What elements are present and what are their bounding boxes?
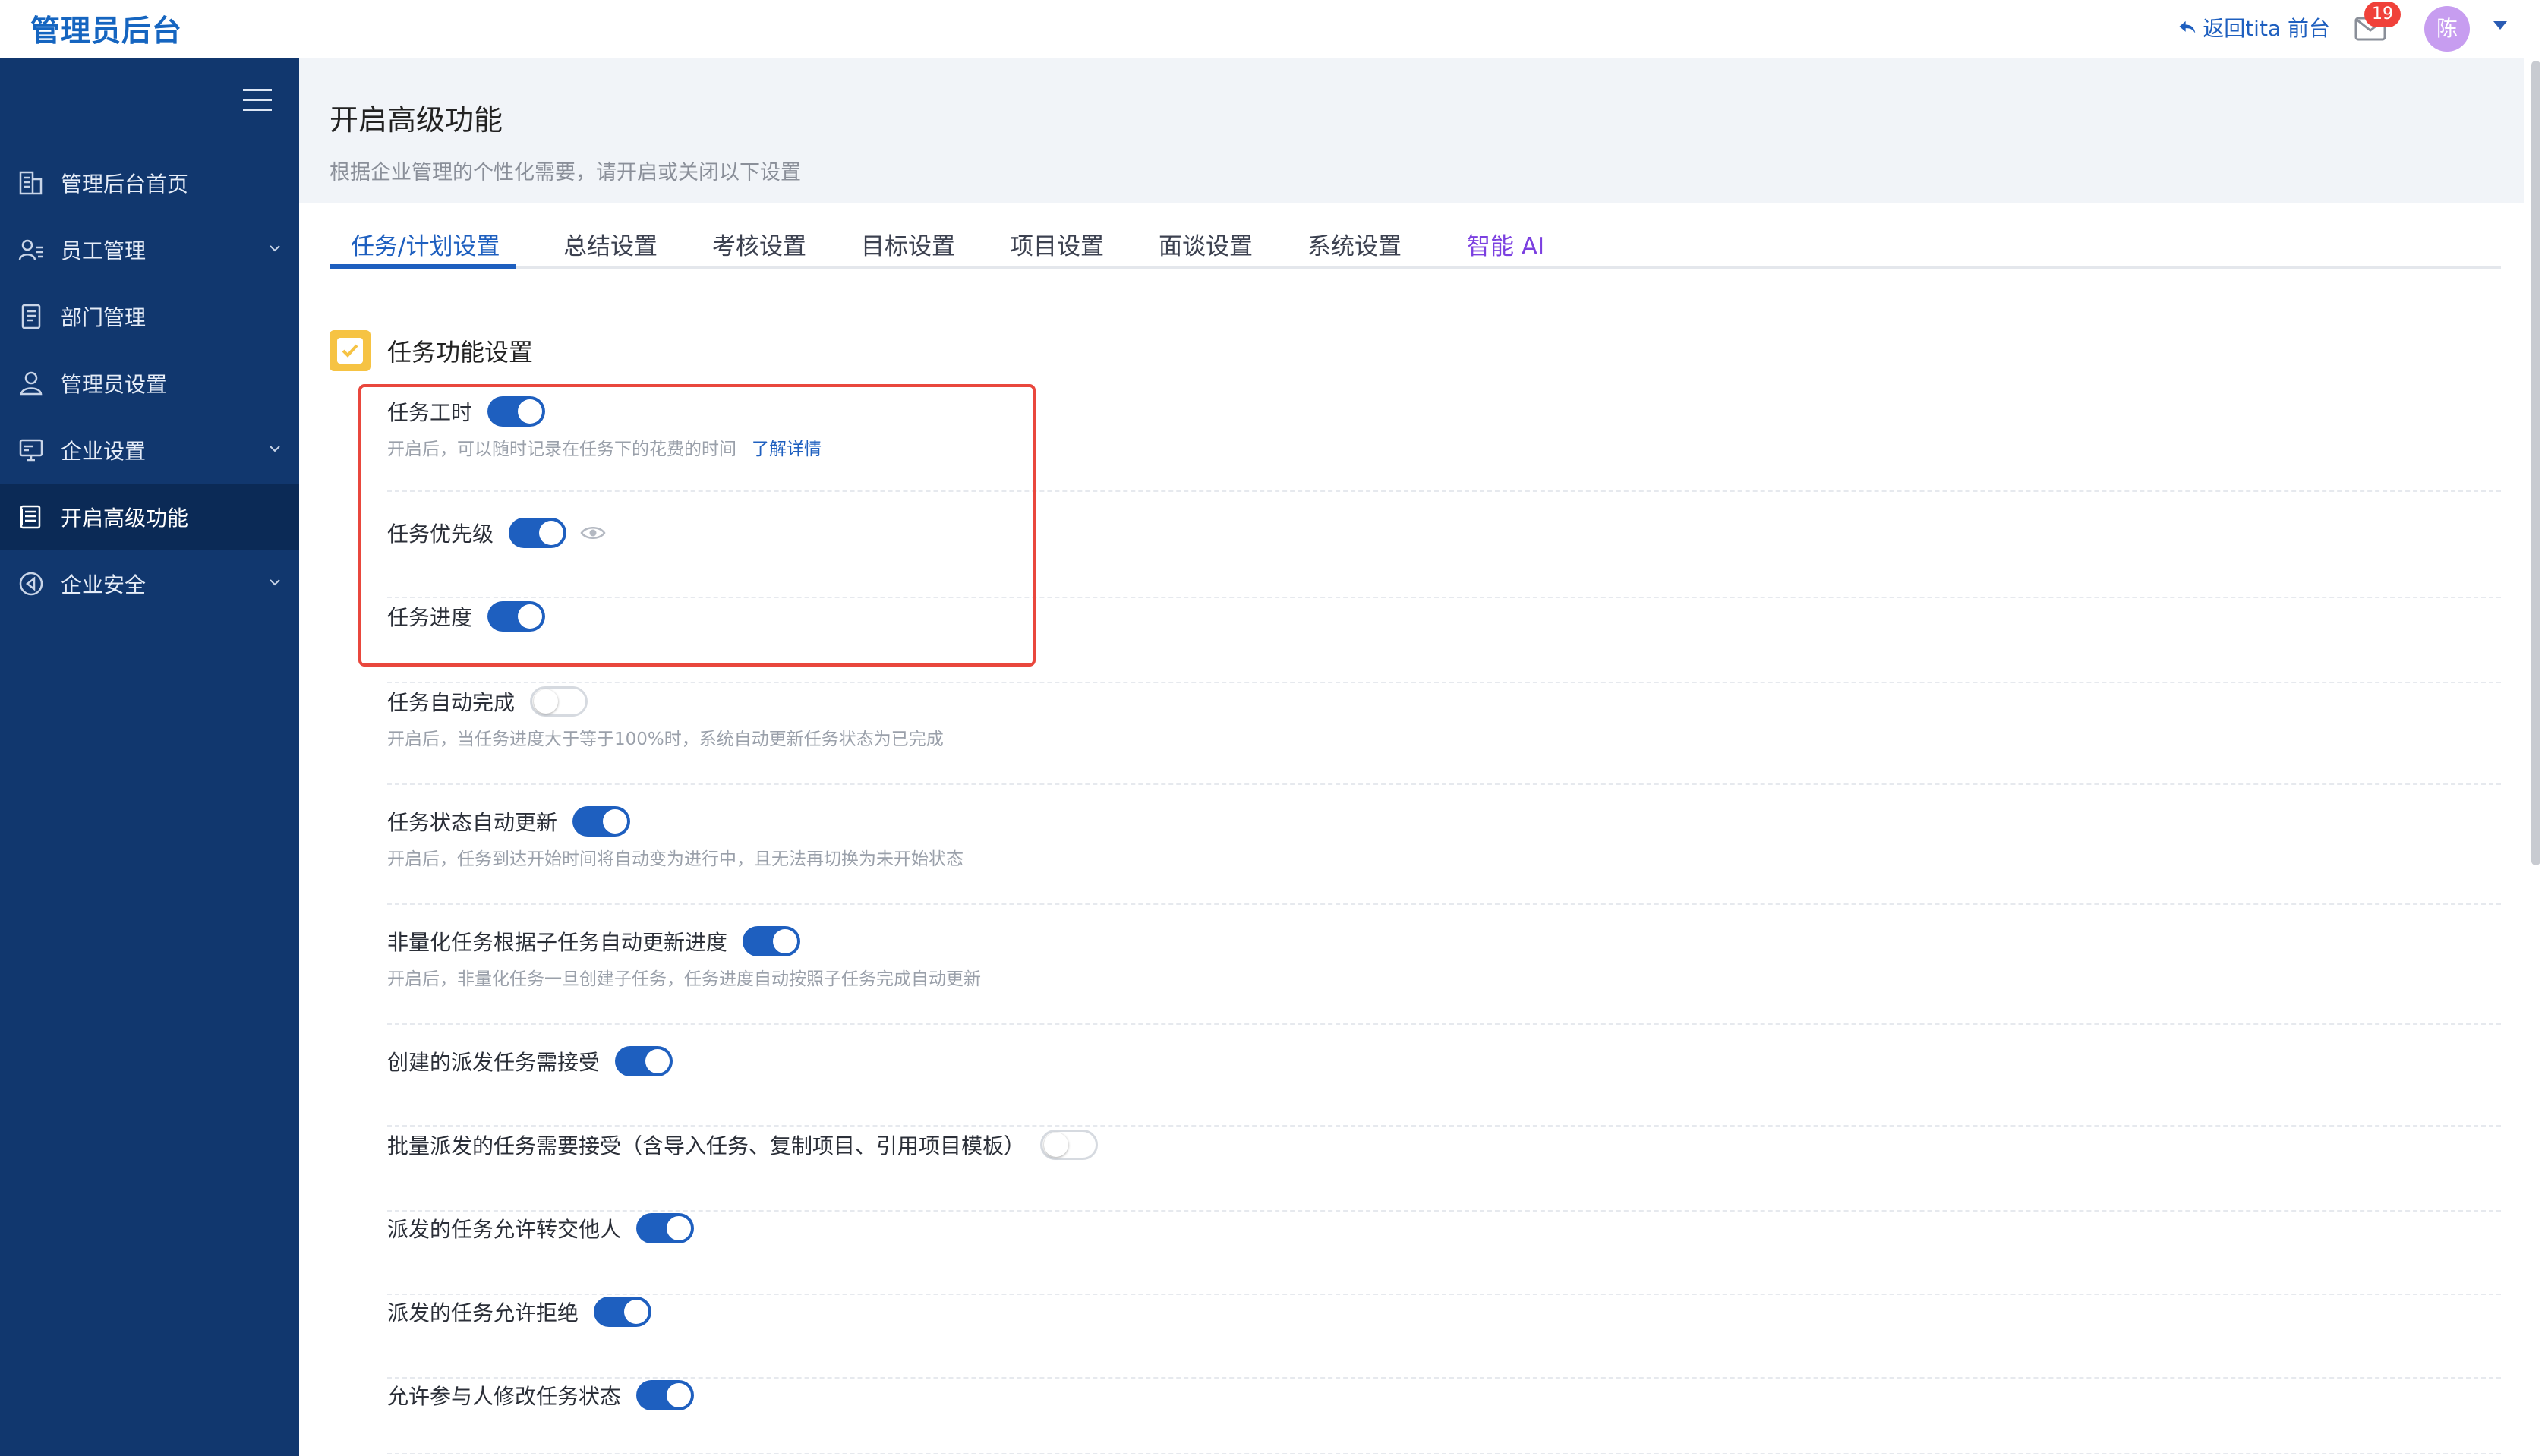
setting-label: 派发的任务允许转交他人 (387, 1217, 622, 1242)
mail-badge: 19 (2364, 2, 2401, 27)
document-icon (17, 302, 46, 331)
setting-row-batch-dispatch-accept: 批量派发的任务需要接受（含导入任务、复制项目、引用项目模板） (387, 1128, 2501, 1212)
setting-label: 创建的派发任务需接受 (387, 1050, 601, 1075)
batch-dispatch-accept-toggle[interactable] (1040, 1130, 1099, 1160)
user-menu-caret-icon[interactable] (2493, 21, 2507, 30)
sidebar-item-departments[interactable]: 部门管理 (0, 283, 299, 350)
checklist-icon (330, 330, 371, 371)
setting-row-subtask-progress: 非量化任务根据子任务自动更新进度 开启后，非量化任务一旦创建子任务，任务进度自动… (387, 925, 2501, 1025)
top-header: 管理员后台 返回tita 前台 19 陈 (0, 0, 2545, 58)
security-icon (17, 569, 46, 598)
setting-row-task-status-auto-update: 任务状态自动更新 开启后，任务到达开始时间将自动变为进行中，且无法再切换为未开始… (387, 805, 2501, 905)
setting-description-text: 开启后，可以随时记录在任务下的花费的时间 (387, 440, 736, 459)
chevron-down-icon (270, 446, 280, 452)
brand-title: 管理员后台 (30, 14, 183, 49)
setting-row-task-priority: 任务优先级 (387, 516, 2501, 598)
vertical-scrollbar[interactable] (2531, 61, 2540, 865)
sidebar-item-label: 开启高级功能 (61, 506, 189, 531)
sidebar-item-admins[interactable]: 管理员设置 (0, 350, 299, 417)
feature-list-icon (17, 503, 46, 531)
chevron-down-icon (270, 245, 280, 252)
sidebar: 管理后台首页 员工管理 部门管理 管理员设置 企业设置 开启高级功能 企业安全 (0, 58, 299, 1456)
setting-row-dispatch-accept: 创建的派发任务需接受 (387, 1045, 2501, 1127)
learn-more-link[interactable]: 了解详情 (752, 440, 822, 459)
tab-ai[interactable]: 智能 AI (1467, 227, 1544, 269)
setting-label: 派发的任务允许拒绝 (387, 1300, 579, 1325)
setting-label: 任务工时 (387, 400, 473, 425)
eye-icon[interactable] (580, 525, 606, 541)
task-hours-toggle[interactable] (487, 396, 546, 427)
task-status-auto-update-toggle[interactable] (572, 806, 631, 837)
setting-row-dispatch-reject: 派发的任务允许拒绝 (387, 1295, 2501, 1379)
setting-description: 开启后，可以随时记录在任务下的花费的时间 了解详情 (387, 434, 2501, 460)
setting-row-dispatch-transfer: 派发的任务允许转交他人 (387, 1212, 2501, 1295)
section-header: 任务功能设置 (330, 330, 533, 371)
setting-label: 批量派发的任务需要接受（含导入任务、复制项目、引用项目模板） (387, 1133, 1026, 1158)
setting-description: 开启后，任务到达开始时间将自动变为进行中，且无法再切换为未开始状态 (387, 849, 963, 869)
avatar[interactable]: 陈 (2424, 6, 2470, 52)
dispatch-reject-toggle[interactable] (594, 1297, 652, 1327)
sidebar-item-label: 企业设置 (61, 439, 147, 464)
tab-system[interactable]: 系统设置 (1307, 227, 1402, 269)
setting-label: 允许参与人修改任务状态 (387, 1384, 622, 1409)
tab-goals[interactable]: 目标设置 (861, 227, 955, 269)
subtask-progress-toggle[interactable] (743, 926, 801, 956)
settings-tabs: 任务/计划设置 总结设置 考核设置 目标设置 项目设置 面谈设置 系统设置 智能… (330, 227, 2501, 269)
dashboard-icon (17, 169, 46, 197)
back-to-frontend-link[interactable]: 返回tita 前台 (2177, 12, 2330, 43)
dispatch-accept-toggle[interactable] (615, 1046, 673, 1076)
task-auto-complete-toggle[interactable] (530, 686, 588, 717)
setting-row-task-hours: 任务工时 开启后，可以随时记录在任务下的花费的时间 了解详情 (387, 395, 2501, 492)
main-content: 开启高级功能 根据企业管理的个性化需要，请开启或关闭以下设置 任务/计划设置 总… (299, 58, 2545, 1456)
page-subtitle: 根据企业管理的个性化需要，请开启或关闭以下设置 (330, 161, 801, 184)
page-title: 开启高级功能 (330, 103, 503, 137)
sidebar-item-employees[interactable]: 员工管理 (0, 216, 299, 283)
sidebar-item-advanced-features[interactable]: 开启高级功能 (0, 484, 299, 550)
admin-user-icon (17, 369, 46, 398)
sidebar-item-label: 企业安全 (61, 572, 147, 597)
setting-label: 任务优先级 (387, 522, 494, 547)
setting-description: 开启后，非量化任务一旦创建子任务，任务进度自动按照子任务完成自动更新 (387, 969, 981, 989)
return-arrow-icon (2179, 20, 2196, 34)
setting-label: 任务状态自动更新 (387, 810, 558, 835)
setting-row-participant-status: 允许参与人修改任务状态 (387, 1379, 2501, 1454)
setting-label: 任务进度 (387, 605, 473, 630)
chevron-down-icon (270, 579, 280, 586)
setting-label: 任务自动完成 (387, 690, 516, 715)
sidebar-item-label: 员工管理 (61, 238, 147, 263)
dispatch-transfer-toggle[interactable] (636, 1213, 695, 1243)
tab-projects[interactable]: 项目设置 (1010, 227, 1104, 269)
tab-assessment[interactable]: 考核设置 (712, 227, 806, 269)
tab-summary[interactable]: 总结设置 (563, 227, 658, 269)
sidebar-nav: 管理后台首页 员工管理 部门管理 管理员设置 企业设置 开启高级功能 企业安全 (0, 150, 299, 617)
setting-label: 非量化任务根据子任务自动更新进度 (387, 930, 728, 955)
page-header: 开启高级功能 根据企业管理的个性化需要，请开启或关闭以下设置 (299, 58, 2524, 203)
sidebar-item-label: 部门管理 (61, 305, 147, 330)
participant-status-toggle[interactable] (636, 1380, 695, 1410)
task-priority-toggle[interactable] (509, 518, 567, 548)
setting-row-task-progress: 任务进度 (387, 600, 2501, 683)
user-list-icon (17, 235, 46, 264)
menu-toggle-icon[interactable] (243, 89, 272, 112)
sidebar-item-company-settings[interactable]: 企业设置 (0, 417, 299, 484)
section-title: 任务功能设置 (387, 338, 534, 367)
setting-row-task-auto-complete: 任务自动完成 开启后，当任务进度大于等于100%时，系统自动更新任务状态为已完成 (387, 685, 2501, 785)
monitor-icon (17, 436, 46, 465)
sidebar-item-security[interactable]: 企业安全 (0, 550, 299, 617)
task-progress-toggle[interactable] (487, 601, 546, 632)
sidebar-item-home[interactable]: 管理后台首页 (0, 150, 299, 216)
sidebar-item-label: 管理后台首页 (61, 172, 189, 197)
setting-description: 开启后，当任务进度大于等于100%时，系统自动更新任务状态为已完成 (387, 730, 944, 749)
tab-interview[interactable]: 面谈设置 (1159, 227, 1253, 269)
sidebar-item-label: 管理员设置 (61, 372, 168, 397)
tab-task-plan[interactable]: 任务/计划设置 (330, 227, 516, 269)
back-link-label: 返回tita 前台 (2203, 16, 2330, 41)
